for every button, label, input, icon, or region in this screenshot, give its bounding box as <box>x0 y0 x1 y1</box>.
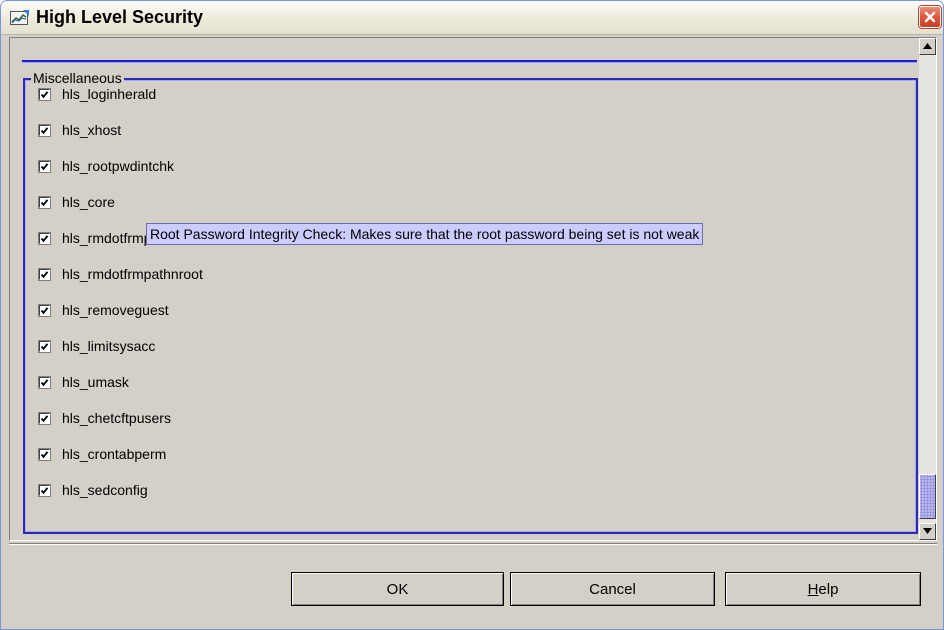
help-button[interactable]: Help <box>725 572 921 606</box>
checkbox-label: hls_limitsysacc <box>62 338 156 354</box>
checkbox-label: hls_sedconfig <box>62 482 148 498</box>
options-scroll-pane[interactable]: Miscellaneous hls_loginherald hls_xhost … <box>9 37 937 541</box>
checkbox-box[interactable] <box>39 412 50 424</box>
checkbox-box[interactable] <box>39 304 50 316</box>
checkbox-box[interactable] <box>39 448 50 460</box>
checkbox-hls-rmdotfrmpathnroot[interactable]: hls_rmdotfrmpathnroot <box>39 263 203 285</box>
checkbox-box[interactable] <box>39 196 50 208</box>
tooltip: Root Password Integrity Check: Makes sur… <box>146 223 704 245</box>
checkbox-hls-removeguest[interactable]: hls_removeguest <box>39 299 169 321</box>
checkbox-hls-loginherald[interactable]: hls_loginherald <box>39 83 156 105</box>
check-icon <box>40 162 49 170</box>
checkbox-box[interactable] <box>39 124 50 136</box>
scroll-up-button[interactable] <box>919 38 936 55</box>
checkbox-label: hls_loginherald <box>62 86 157 102</box>
checkbox-label: hls_xhost <box>62 122 122 138</box>
checkbox-box[interactable] <box>39 160 50 172</box>
checkbox-hls-sedconfig[interactable]: hls_sedconfig <box>39 479 148 501</box>
checkbox-hls-xhost[interactable]: hls_xhost <box>39 119 121 141</box>
previous-group-bottom-edge <box>22 60 917 63</box>
check-icon <box>40 450 49 458</box>
checkbox-box[interactable] <box>39 88 50 100</box>
checkbox-label: hls_umask <box>62 374 129 390</box>
checkbox-box[interactable] <box>39 232 50 244</box>
check-icon <box>40 486 49 494</box>
checkbox-label: hls_rootpwdintchk <box>62 158 175 174</box>
check-icon <box>40 270 49 278</box>
hls-chart-icon <box>10 9 30 26</box>
window-title: High Level Security <box>36 7 204 27</box>
ok-button[interactable]: OK <box>291 572 504 606</box>
scroll-thumb[interactable] <box>919 474 936 519</box>
close-icon <box>924 11 936 23</box>
checkbox-hls-chetcftpusers[interactable]: hls_chetcftpusers <box>39 407 171 429</box>
button-area-separator <box>9 543 937 545</box>
checkbox-hls-limitsysacc[interactable]: hls_limitsysacc <box>39 335 155 357</box>
check-icon <box>40 90 49 98</box>
checkbox-box[interactable] <box>39 484 50 496</box>
check-icon <box>40 342 49 350</box>
checkbox-label: hls_rmdotfrmpathnroot <box>62 266 203 282</box>
check-icon <box>40 306 49 314</box>
check-icon <box>40 378 49 386</box>
help-label-rest: elp <box>818 580 839 598</box>
checkbox-box[interactable] <box>39 340 50 352</box>
dialog-window: High Level Security Miscellaneous hls_lo… <box>0 0 944 630</box>
title-bar[interactable]: High Level Security <box>1 1 943 35</box>
close-button[interactable] <box>919 6 941 28</box>
vertical-scrollbar[interactable] <box>919 38 936 540</box>
check-icon <box>40 414 49 422</box>
checkbox-label: hls_core <box>62 194 115 210</box>
miscellaneous-group: Miscellaneous hls_loginherald hls_xhost … <box>23 70 918 534</box>
checkbox-hls-core[interactable]: hls_core <box>39 191 115 213</box>
check-icon <box>40 198 49 206</box>
help-mnemonic: H <box>807 580 819 598</box>
checkbox-box[interactable] <box>39 268 50 280</box>
scroll-down-button[interactable] <box>919 523 936 540</box>
checkbox-hls-rootpwdintchk[interactable]: hls_rootpwdintchk <box>39 155 174 177</box>
checkbox-label: hls_crontabperm <box>62 446 167 462</box>
cancel-button[interactable]: Cancel <box>510 572 715 606</box>
check-icon <box>40 126 49 134</box>
arrow-up-icon <box>923 43 932 49</box>
checkbox-box[interactable] <box>39 376 50 388</box>
arrow-down-icon <box>923 528 932 534</box>
check-icon <box>40 234 49 242</box>
checkbox-hls-crontabperm[interactable]: hls_crontabperm <box>39 443 166 465</box>
checkbox-label: hls_removeguest <box>62 302 169 318</box>
checkbox-label: hls_chetcftpusers <box>62 410 171 426</box>
checkbox-hls-umask[interactable]: hls_umask <box>39 371 129 393</box>
